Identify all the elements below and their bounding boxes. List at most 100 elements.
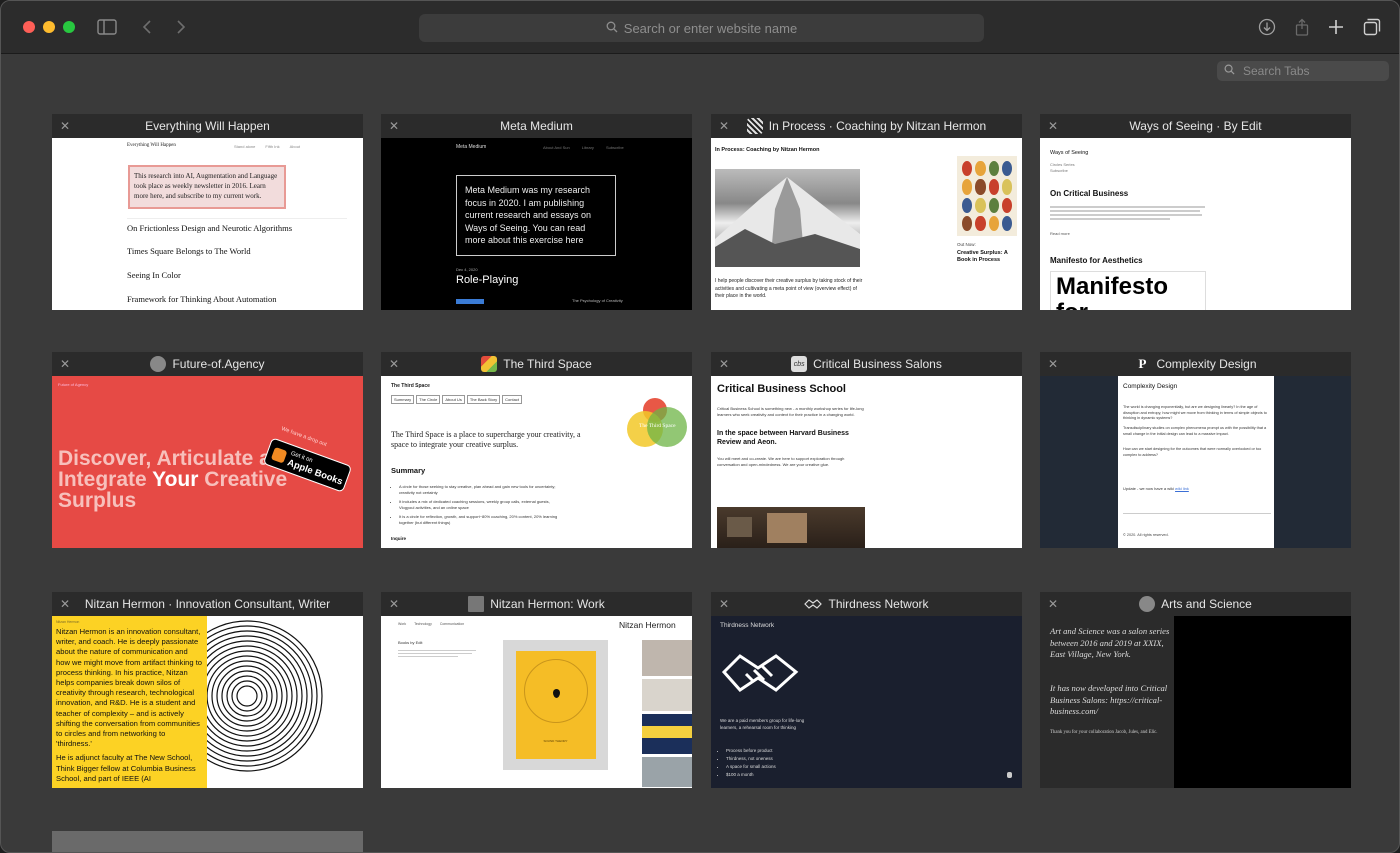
close-tab-icon[interactable]: ✕: [1045, 356, 1061, 372]
close-tab-icon[interactable]: ✕: [716, 356, 732, 372]
tab-thumbnail: Future of Agency Discover, Articulate an…: [52, 376, 363, 548]
tab-thumbnail: Art and Science was a salon series betwe…: [1040, 616, 1351, 788]
tab-card-nitzan-hermon[interactable]: ✕ Nitzan Hermon · Innovation Consultant,…: [52, 592, 363, 788]
tab-card-thirdness-network[interactable]: ✕ Thirdness Network Thirdness Network We…: [711, 592, 1022, 788]
tab-title: In Process · Coaching by Nitzan Hermon: [768, 119, 987, 133]
intro-box: Meta Medium was my research focus in 202…: [456, 175, 616, 256]
intro-box: This research into AI, Augmentation and …: [128, 165, 286, 209]
tab-title: Critical Business Salons: [813, 357, 942, 371]
close-tab-icon[interactable]: ✕: [1045, 118, 1061, 134]
tab-title: Thirdness Network: [828, 597, 929, 611]
zoom-window-button[interactable]: [63, 21, 75, 33]
post-title: Role-Playing: [456, 274, 519, 286]
tab-card-future-of-agency[interactable]: ✕ Future-of.Agency Future of Agency Disc…: [52, 352, 363, 548]
tab-card-nitzan-hermon-work[interactable]: ✕ Nitzan Hermon: Work Work Technology Co…: [381, 592, 692, 788]
close-tab-icon[interactable]: ✕: [57, 356, 73, 372]
tab-card-everything-will-happen[interactable]: ✕ Everything Will Happen Everything Will…: [52, 114, 363, 310]
address-bar[interactable]: Search or enter website name: [419, 14, 984, 42]
nav-item: Library: [581, 145, 594, 150]
post-title: Seeing In Color: [127, 270, 181, 280]
page-body: I help people discover their creative su…: [715, 278, 863, 299]
tab-card-ways-of-seeing[interactable]: ✕ Ways of Seeing · By Edit Ways of Seein…: [1040, 114, 1351, 310]
poster-frame: SOUND THEORY: [503, 640, 608, 770]
paragraph: How can we start designing for the outco…: [1123, 447, 1262, 457]
downloads-icon[interactable]: [1255, 15, 1279, 39]
tab-thumbnail: The Third Space Summary The Circle About…: [381, 376, 692, 548]
close-tab-icon[interactable]: ✕: [1045, 596, 1061, 612]
forward-icon[interactable]: [169, 15, 193, 39]
paragraph: It has now developed into Critical Busin…: [1050, 683, 1168, 716]
text-panel: Art and Science was a salon series betwe…: [1040, 616, 1174, 788]
nav-item: Subscribe: [1050, 168, 1068, 173]
tab-card-arts-and-science[interactable]: ✕ Arts and Science Art and Science was a…: [1040, 592, 1351, 788]
nav-item: About Us: [442, 395, 465, 404]
headline-part: Integrate: [58, 468, 153, 491]
site-header: The Third Space: [391, 383, 430, 389]
post-title: On Frictionless Design and Neurotic Algo…: [127, 218, 347, 242]
list-item: Thirdness, not oneness: [726, 755, 776, 763]
poster-text: SOUND THEORY: [543, 739, 568, 743]
site-header: Ways of Seeing: [1050, 150, 1089, 156]
share-icon[interactable]: [1290, 15, 1314, 39]
search-icon: [606, 21, 618, 36]
post-title: Framework for Thinking About Automation: [127, 294, 277, 304]
nav-item: Communication: [439, 622, 465, 626]
new-tab-icon[interactable]: [1324, 15, 1348, 39]
tab-card-partial[interactable]: [52, 831, 363, 852]
paragraph: You will meet and co-create. We are here…: [717, 456, 845, 467]
post-title: On Critical Business: [1050, 189, 1129, 198]
paragraph: Transdisciplinary studies on complex phe…: [1123, 426, 1267, 436]
scroll-icon: [1007, 772, 1012, 778]
photo: [717, 507, 865, 548]
update-text: Update - we now have a wiki: [1123, 486, 1174, 491]
nav-item: Fifth Ink: [265, 144, 280, 149]
close-window-button[interactable]: [23, 21, 35, 33]
manifesto-banner: Manifesto for: [1050, 271, 1206, 310]
sidebar-icon[interactable]: [95, 15, 119, 39]
close-tab-icon[interactable]: ✕: [386, 356, 402, 372]
close-tab-icon[interactable]: ✕: [716, 118, 732, 134]
handshake-logo: [720, 652, 800, 699]
browser-window: Search or enter website name Search Tabs…: [0, 0, 1400, 853]
spiral-graphic: [171, 616, 363, 788]
tab-card-meta-medium[interactable]: ✕ Meta Medium Meta Medium About And Sun …: [381, 114, 692, 310]
post-date: Dec 4, 2020: [456, 267, 478, 272]
tab-card-title-bar: ✕ Nitzan Hermon · Innovation Consultant,…: [52, 592, 363, 616]
tab-card-title-bar: ✕ P Complexity Design: [1040, 352, 1351, 376]
tab-thumbnail: Critical Business School Critical Busine…: [711, 376, 1022, 548]
colorful-icon: [481, 356, 498, 372]
tab-card-title-bar: ✕ The Third Space: [381, 352, 692, 376]
close-tab-icon[interactable]: ✕: [57, 118, 73, 134]
nav-item: Stand alone: [234, 144, 256, 149]
search-icon: [1224, 64, 1235, 78]
summary-heading: Summary: [391, 466, 426, 475]
minimize-window-button[interactable]: [43, 21, 55, 33]
search-tabs-field[interactable]: Search Tabs: [1217, 61, 1389, 81]
site-header: Thirdness Network: [720, 622, 775, 629]
close-tab-icon[interactable]: ✕: [57, 596, 73, 612]
tab-card-complexity-design[interactable]: ✕ P Complexity Design Complexity Design …: [1040, 352, 1351, 548]
tab-overview-icon[interactable]: [1360, 15, 1384, 39]
nav-item: The Back Story: [466, 395, 501, 404]
toolbar: Search or enter website name: [1, 1, 1399, 54]
email-input[interactable]: [1123, 506, 1271, 514]
close-tab-icon[interactable]: ✕: [386, 118, 402, 134]
post-excerpt: [1050, 204, 1208, 222]
third-space-logo: The Third Space: [627, 398, 687, 451]
tab-card-title-bar: ✕ Future-of.Agency: [52, 352, 363, 376]
back-icon[interactable]: [135, 15, 159, 39]
subheading: In the space between Harvard Business Re…: [717, 430, 849, 446]
tab-card-critical-business-salons[interactable]: ✕ cbs Critical Business Salons Critical …: [711, 352, 1022, 548]
tab-card-title-bar: ✕ Ways of Seeing · By Edit: [1040, 114, 1351, 138]
intro: The Third Space is a place to supercharg…: [391, 430, 581, 449]
close-tab-icon[interactable]: ✕: [386, 596, 402, 612]
page-body: Complexity Design The world is changing …: [1118, 376, 1274, 548]
post-subtitle: The Psychology of Creativity: [572, 298, 623, 303]
headline: Discover, Articulate and Integrate Your …: [58, 448, 296, 511]
close-tab-icon[interactable]: ✕: [716, 596, 732, 612]
tab-card-in-process[interactable]: ✕ In Process · Coaching by Nitzan Hermon…: [711, 114, 1022, 310]
site-title: Nitzan Hermon: [619, 620, 676, 630]
footer: © 2020. All rights reserved.: [1123, 533, 1169, 537]
paragraph: Art and Science was a salon series betwe…: [1050, 626, 1170, 659]
tab-card-third-space[interactable]: ✕ The Third Space The Third Space Summar…: [381, 352, 692, 548]
